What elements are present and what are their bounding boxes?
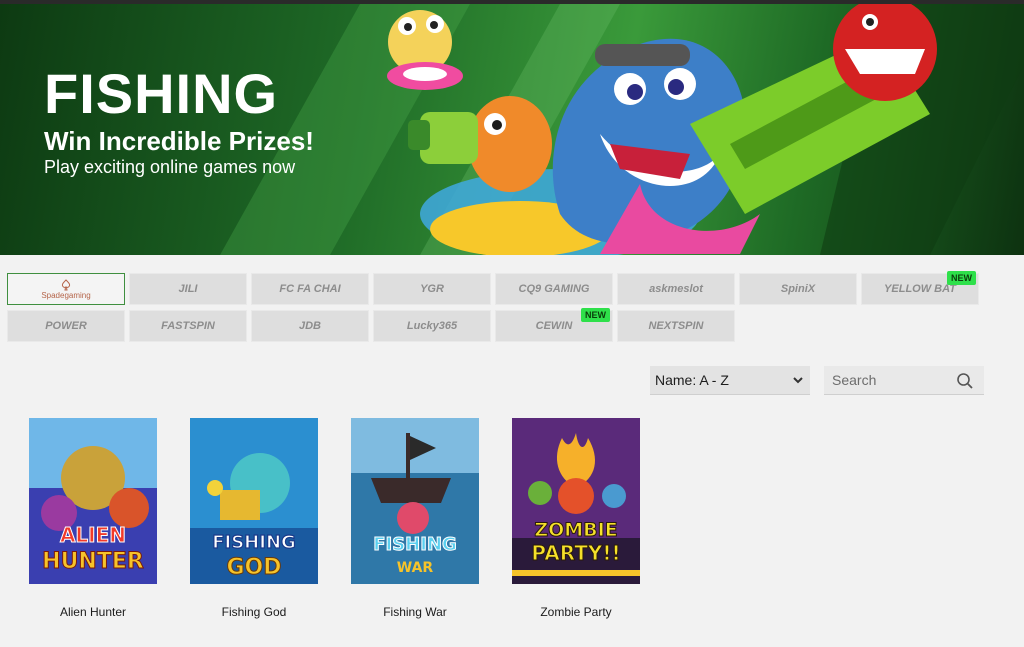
provider-label: YELLOW BAT	[884, 283, 956, 295]
provider-label: SpiniX	[780, 283, 816, 295]
search-box	[824, 366, 984, 395]
provider-fachai[interactable]: FC FA CHAI	[251, 273, 369, 305]
thumbnail-title: ALIEN	[60, 523, 126, 547]
provider-jili[interactable]: JILI	[129, 273, 247, 305]
provider-label: FC FA CHAI	[279, 283, 341, 295]
banner-subtitle: Win Incredible Prizes!	[44, 126, 314, 156]
provider-label: JDB	[298, 320, 321, 332]
game-title[interactable]: Fishing God	[190, 605, 318, 619]
provider-label: CEWIN	[535, 320, 573, 332]
provider-label: Spadegaming	[41, 290, 91, 300]
provider-label: NEXTSPIN	[648, 320, 704, 332]
provider-label: CQ9 GAMING	[518, 283, 590, 295]
thumbnail-subtitle: PARTY!!	[531, 541, 620, 565]
game-thumbnail[interactable]: ZOMBIE PARTY!!	[512, 418, 640, 584]
chevron-down-icon	[793, 377, 803, 384]
sort-select[interactable]: Name: A - Z	[650, 366, 810, 395]
game-title[interactable]: Fishing War	[351, 605, 479, 619]
provider-cq9[interactable]: CQ9 GAMING	[495, 273, 613, 305]
fishing-banner: FISHING Win Incredible Prizes! Play exci…	[0, 4, 1024, 255]
spade-icon	[61, 278, 71, 290]
banner-tagline: Play exciting online games now	[44, 157, 296, 177]
provider-ygr[interactable]: YGR	[373, 273, 491, 305]
provider-label: YGR	[420, 283, 444, 295]
provider-jdb[interactable]: JDB	[251, 310, 369, 342]
new-badge: NEW	[581, 308, 610, 322]
thumbnail-title: FISHING	[373, 534, 457, 555]
provider-lucky365[interactable]: Lucky365	[373, 310, 491, 342]
provider-label: FASTSPIN	[161, 320, 215, 332]
provider-cewin[interactable]: CEWIN NEW	[495, 308, 613, 342]
provider-yellowbat[interactable]: YELLOW BAT NEW	[861, 271, 979, 305]
thumbnail-title: ZOMBIE	[534, 519, 617, 541]
game-card-fishing-god[interactable]: FISHING GOD Fishing God	[190, 418, 318, 619]
provider-nextspin[interactable]: NEXTSPIN	[617, 310, 735, 342]
provider-power[interactable]: POWER	[7, 310, 125, 342]
game-thumbnail[interactable]: ALIEN HUNTER	[29, 418, 157, 584]
sort-selected-value: Name: A - Z	[655, 372, 729, 388]
game-card-zombie-party[interactable]: ZOMBIE PARTY!! Zombie Party	[512, 418, 640, 619]
game-title[interactable]: Zombie Party	[512, 605, 640, 619]
provider-label: Lucky365	[406, 320, 458, 332]
game-thumbnail[interactable]: FISHING GOD	[190, 418, 318, 584]
banner-title: FISHING	[44, 62, 279, 125]
search-input[interactable]	[824, 366, 949, 394]
provider-fastspin[interactable]: FASTSPIN	[129, 310, 247, 342]
thumbnail-title: FISHING	[212, 532, 296, 553]
game-card-alien-hunter[interactable]: ALIEN HUNTER Alien Hunter	[29, 418, 157, 619]
provider-spinix[interactable]: SpiniX	[739, 273, 857, 305]
thumbnail-subtitle: HUNTER	[42, 549, 144, 574]
provider-label: askmeslot	[649, 283, 703, 295]
game-title[interactable]: Alien Hunter	[29, 605, 157, 619]
thumbnail-subtitle: WAR	[397, 560, 434, 576]
provider-label: JILI	[178, 283, 198, 295]
game-card-fishing-war[interactable]: FISHING WAR Fishing War	[351, 418, 479, 619]
game-thumbnail[interactable]: FISHING WAR	[351, 418, 479, 584]
thumbnail-subtitle: GOD	[226, 555, 281, 580]
provider-label: POWER	[45, 320, 87, 332]
provider-askmeslot[interactable]: askmeslot	[617, 273, 735, 305]
provider-spadegaming[interactable]: Spadegaming	[7, 273, 125, 305]
new-badge: NEW	[947, 271, 976, 285]
search-icon[interactable]	[956, 372, 974, 390]
hazard-stripe	[512, 570, 640, 576]
provider-filter: Spadegaming JILI FC FA CHAI YGR CQ9 GAMI…	[7, 271, 987, 345]
